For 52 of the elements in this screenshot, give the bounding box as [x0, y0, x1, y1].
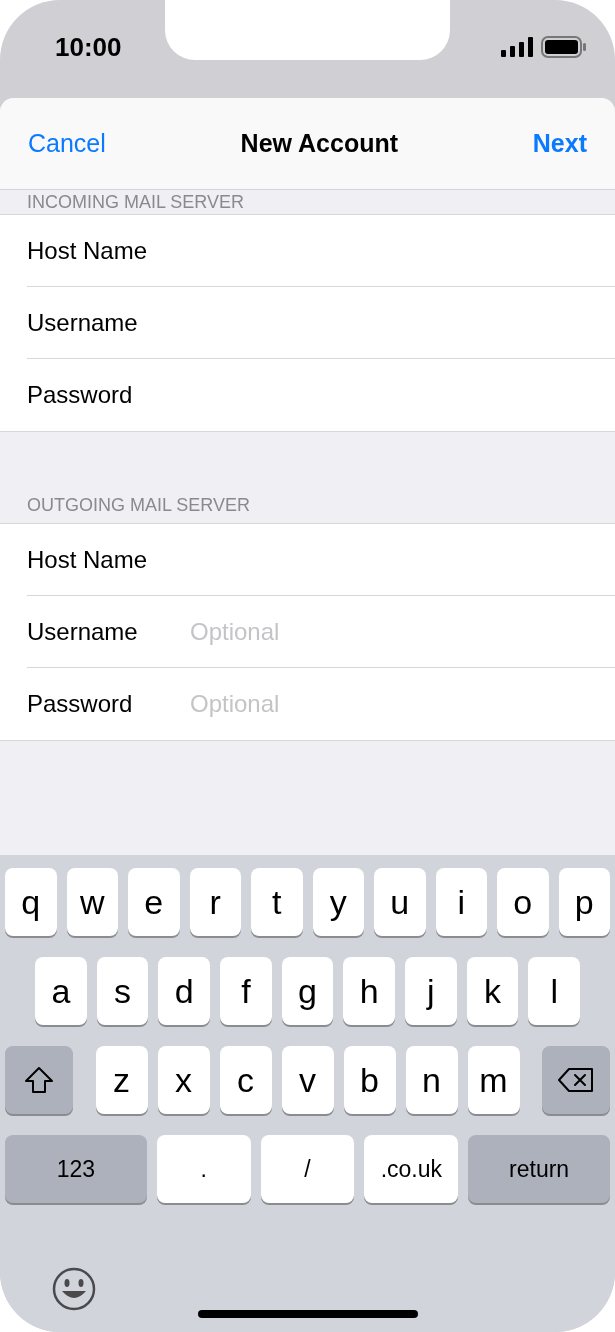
keyboard-key[interactable]: k	[466, 957, 519, 1025]
field-label: Host Name	[27, 236, 149, 265]
keyboard-key[interactable]: 123	[5, 1135, 147, 1203]
keyboard-key[interactable]: f	[220, 957, 272, 1025]
signal-icon	[501, 37, 533, 57]
keyboard-key[interactable]: t	[251, 868, 303, 936]
keyboard-key[interactable]: h	[343, 957, 396, 1025]
keyboard-key[interactable]: i	[435, 868, 487, 936]
keyboard-key[interactable]: q	[5, 868, 57, 936]
keyboard-key[interactable]: d	[158, 957, 210, 1025]
keyboard-key[interactable]: .	[156, 1135, 251, 1203]
next-button[interactable]: Next	[532, 129, 587, 158]
keyboard-key[interactable]: x	[157, 1046, 210, 1114]
keyboard-key[interactable]: j	[405, 957, 457, 1025]
keyboard-key[interactable]: a	[35, 957, 87, 1025]
field-label: Host Name	[27, 545, 149, 574]
keyboard-key[interactable]: z	[95, 1046, 148, 1114]
emoji-icon[interactable]	[52, 1267, 96, 1311]
keyboard-key[interactable]: .co.uk	[364, 1135, 459, 1203]
keyboard-key[interactable]: o	[497, 868, 549, 936]
section-header: OUTGOING MAIL SERVER	[27, 494, 251, 517]
keyboard-key[interactable]: /	[260, 1135, 355, 1203]
keyboard-key[interactable]: return	[468, 1135, 610, 1203]
cancel-button[interactable]: Cancel	[28, 129, 106, 158]
input-field[interactable]: Optional	[190, 684, 595, 724]
input-field[interactable]: Optional	[190, 611, 595, 652]
field-label: Password	[27, 690, 134, 718]
field-label: Password	[27, 381, 134, 409]
keyboard-key[interactable]: s	[96, 957, 149, 1025]
keyboard-key[interactable]: c	[219, 1046, 272, 1114]
keyboard-key[interactable]: b	[343, 1046, 396, 1114]
keyboard-key[interactable]: m	[467, 1046, 520, 1114]
nav-title: New Account	[240, 129, 399, 158]
section-header: INCOMING MAIL SERVER	[27, 191, 245, 214]
keyboard-key[interactable]: e	[128, 868, 180, 936]
keyboard-key[interactable]: y	[312, 868, 364, 936]
shift-icon	[24, 1066, 54, 1094]
keyboard-key[interactable]: v	[281, 1046, 334, 1114]
backspace-icon	[557, 1067, 595, 1093]
field-label: Username	[27, 308, 139, 337]
status-time: 10:00	[55, 31, 122, 63]
keyboard-key[interactable]: l	[528, 957, 581, 1025]
keyboard-key[interactable]: w	[66, 868, 118, 936]
delete-key[interactable]	[542, 1046, 610, 1114]
keyboard-key[interactable]: g	[281, 957, 334, 1025]
battery-icon	[541, 36, 587, 58]
keyboard-key[interactable]: p	[558, 868, 610, 936]
field-label: Username	[27, 617, 139, 646]
shift-key[interactable]	[5, 1046, 73, 1114]
keyboard-key[interactable]: u	[374, 868, 426, 936]
keyboard-key[interactable]: r	[189, 868, 241, 936]
keyboard-key[interactable]: n	[405, 1046, 458, 1114]
